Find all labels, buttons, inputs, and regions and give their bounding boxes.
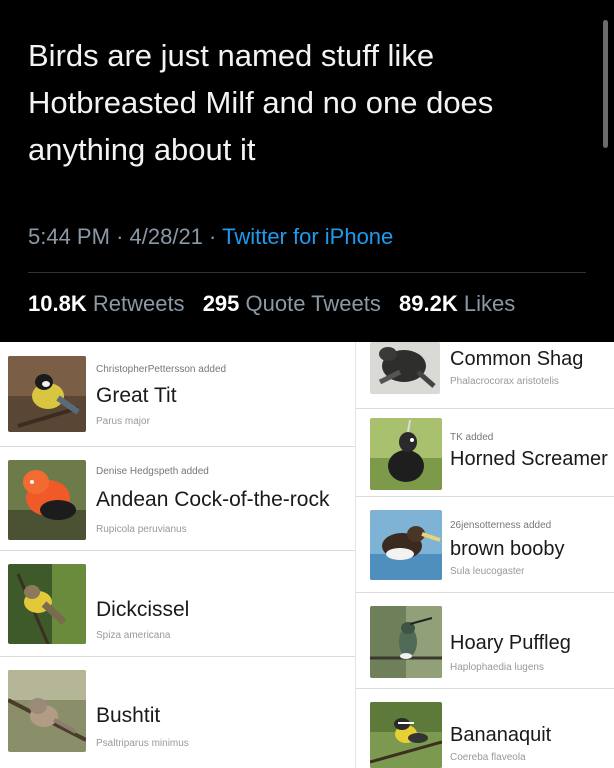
common-name: Great Tit xyxy=(96,384,177,407)
common-name: Hoary Puffleg xyxy=(450,632,571,654)
likes-stat[interactable]: 89.2K Likes xyxy=(399,291,515,316)
hoary-puffleg-photo xyxy=(370,606,442,678)
bird-card-great-tit[interactable]: ChristopherPettersson added Great Tit Pa… xyxy=(0,342,355,447)
bird-card-bananaquit[interactable]: Bananaquit Coereba flaveola xyxy=(356,688,614,768)
cock-of-the-rock-photo xyxy=(8,460,86,540)
bird-list-screenshot: ChristopherPettersson added Great Tit Pa… xyxy=(0,342,614,768)
added-by: ChristopherPettersson added xyxy=(96,364,227,375)
scientific-name: Rupicola peruvianus xyxy=(96,524,187,535)
tweet-date: 4/28/21 xyxy=(129,224,203,249)
bird-column-left: ChristopherPettersson added Great Tit Pa… xyxy=(0,342,355,768)
quotes-label: Quote Tweets xyxy=(245,291,381,316)
common-name: Dickcissel xyxy=(96,598,190,621)
bird-card-horned-screamer[interactable]: TK added Horned Screamer xyxy=(356,408,614,497)
scientific-name: Spiza americana xyxy=(96,630,171,641)
bird-column-right: Common Shag Phalacrocorax aristotelis TK… xyxy=(355,342,614,768)
common-name: Horned Screamer xyxy=(450,448,608,470)
likes-label: Likes xyxy=(463,291,516,316)
retweets-count: 10.8K xyxy=(28,291,87,316)
common-name: brown booby xyxy=(450,538,565,560)
added-by: Denise Hedgspeth added xyxy=(96,466,209,477)
bananaquit-photo xyxy=(370,702,442,768)
scientific-name: Coereba flaveola xyxy=(450,752,526,763)
brown-booby-photo xyxy=(370,510,442,580)
tweet-meta: 5:44 PM · 4/28/21 · Twitter for iPhone xyxy=(28,224,393,250)
bird-card-hoary-puffleg[interactable]: Hoary Puffleg Haplophaedia lugens xyxy=(356,592,614,689)
dickcissel-photo xyxy=(8,564,86,644)
meta-separator: · xyxy=(209,224,217,249)
common-name: Common Shag xyxy=(450,348,584,370)
common-name: Bushtit xyxy=(96,704,161,727)
bird-card-brown-booby[interactable]: 26jensotterness added brown booby Sula l… xyxy=(356,496,614,593)
retweets-stat[interactable]: 10.8K Retweets xyxy=(28,291,185,316)
scrollbar[interactable] xyxy=(603,20,608,148)
horned-screamer-photo xyxy=(370,418,442,490)
common-shag-photo xyxy=(370,342,440,394)
tweet-stats: 10.8K Retweets 295 Quote Tweets 89.2K Li… xyxy=(28,291,515,317)
great-tit-photo xyxy=(8,356,86,432)
likes-count: 89.2K xyxy=(399,291,458,316)
common-name: Andean Cock-of-the-rock xyxy=(96,488,330,511)
added-by: TK added xyxy=(450,432,494,443)
divider xyxy=(28,272,586,273)
scientific-name: Phalacrocorax aristotelis xyxy=(450,376,559,387)
scientific-name: Psaltriparus minimus xyxy=(96,738,189,749)
retweets-label: Retweets xyxy=(92,291,185,316)
bird-card-dickcissel[interactable]: Dickcissel Spiza americana xyxy=(0,550,355,657)
scientific-name: Sula leucogaster xyxy=(450,566,525,577)
tweet-text: Birds are just named stuff like Hotbreas… xyxy=(28,38,494,167)
scientific-name: Haplophaedia lugens xyxy=(450,662,544,673)
bird-card-bushtit[interactable]: Bushtit Psaltriparus minimus xyxy=(0,656,355,768)
quotes-stat[interactable]: 295 Quote Tweets xyxy=(203,291,381,316)
bird-card-cock-of-the-rock[interactable]: Denise Hedgspeth added Andean Cock-of-th… xyxy=(0,446,355,551)
added-by: 26jensotterness added xyxy=(450,520,552,531)
common-name: Bananaquit xyxy=(450,724,552,746)
bird-card-common-shag[interactable]: Common Shag Phalacrocorax aristotelis xyxy=(356,342,614,409)
quotes-count: 295 xyxy=(202,291,240,316)
meta-separator: · xyxy=(116,224,124,249)
bushtit-photo xyxy=(8,670,86,752)
tweet-time: 5:44 PM xyxy=(28,224,110,249)
tweet-source-link[interactable]: Twitter for iPhone xyxy=(222,224,393,249)
scientific-name: Parus major xyxy=(96,416,150,427)
tweet: Birds are just named stuff like Hotbreas… xyxy=(0,0,614,342)
